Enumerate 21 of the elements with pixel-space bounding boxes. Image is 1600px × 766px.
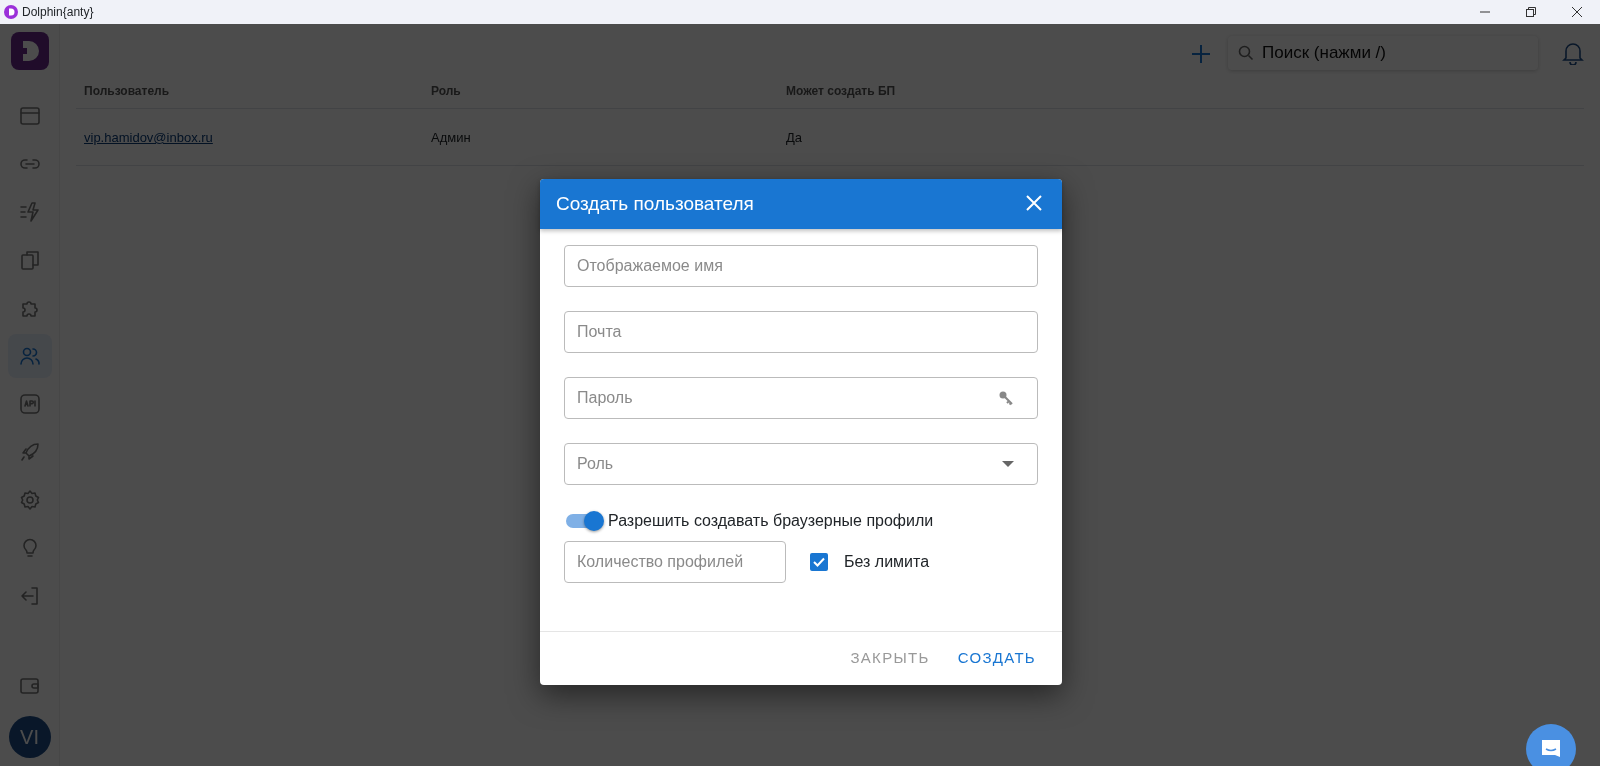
table-cell: Да — [786, 130, 803, 145]
dropdown-caret-icon — [1002, 461, 1014, 467]
role-select[interactable]: Роль — [564, 443, 1038, 485]
user-email-link[interactable]: vip.hamidov@inbox.ru — [84, 130, 213, 145]
restore-icon — [1526, 7, 1536, 17]
checkbox[interactable] — [810, 553, 828, 571]
key-icon — [998, 390, 1014, 406]
text-field[interactable]: Отображаемое имя — [564, 245, 1038, 287]
table-cell: Админ — [431, 130, 471, 145]
close-icon — [1572, 7, 1582, 17]
toggle-switch[interactable] — [564, 509, 604, 533]
create-button[interactable]: СОЗДАТЬ — [947, 641, 1046, 676]
dialog-title: Создать пользователя — [556, 191, 754, 216]
window-title: Dolphin{anty} — [22, 4, 94, 21]
profile-count-field[interactable]: Количество профилей — [564, 541, 786, 583]
app-logo-icon — [4, 5, 18, 19]
cancel-button[interactable]: ЗАКРЫТЬ — [840, 641, 940, 676]
password-field[interactable]: Пароль — [564, 377, 1038, 419]
text-field[interactable]: Почта — [564, 311, 1038, 353]
toggle-label: Разрешить создавать браузерные профили — [608, 511, 934, 531]
checkbox-label: Без лимита — [844, 552, 930, 572]
